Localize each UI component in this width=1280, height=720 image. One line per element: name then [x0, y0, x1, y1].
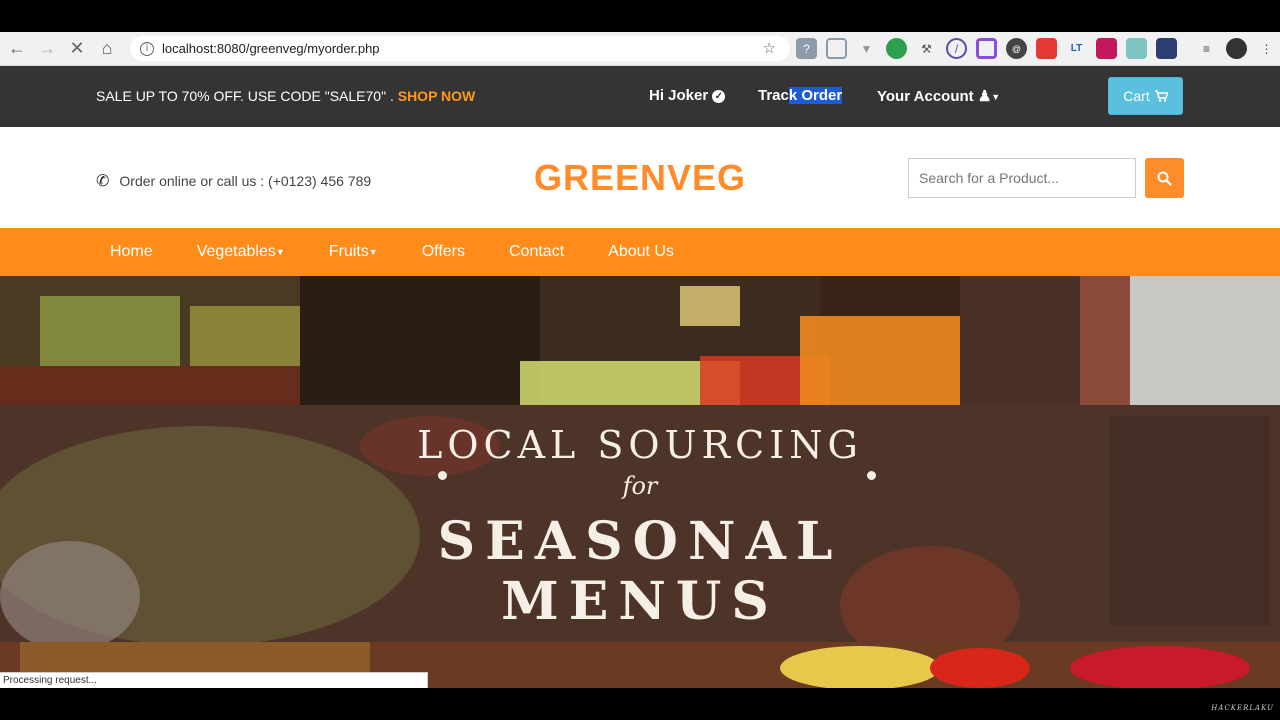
track-order-text-selected: k Order — [788, 87, 843, 104]
square-icon[interactable] — [976, 38, 997, 59]
info-icon[interactable]: i — [140, 41, 154, 56]
circle-icon[interactable]: @ — [1006, 38, 1027, 59]
track-order-link[interactable]: Track Order — [758, 87, 843, 104]
address-bar[interactable]: i localhost:8080/greenveg/myorder.php ☆ — [130, 36, 790, 61]
greeting-text: Hi Joker — [649, 87, 709, 104]
home-icon[interactable]: ⌂ — [92, 34, 122, 64]
nav-vegetables-label: Vegetables — [196, 243, 276, 260]
cart-button[interactable]: Cart — [1108, 77, 1183, 115]
hero-line-3: SEASONAL — [437, 511, 843, 572]
hero-line-2: for — [622, 472, 658, 500]
bottom-letterbox: HACKERLAKU — [0, 688, 1280, 720]
shield-outline-icon[interactable] — [826, 38, 847, 59]
nav-fruits[interactable]: Fruits▼ — [329, 243, 378, 261]
playlist-icon[interactable]: ≡ — [1196, 38, 1217, 59]
nav-fruits-label: Fruits — [328, 243, 369, 260]
lt-icon[interactable]: LT — [1066, 38, 1087, 59]
shield-icon[interactable]: ? — [796, 38, 817, 59]
search-button[interactable] — [1145, 158, 1184, 198]
globe-icon[interactable] — [886, 38, 907, 59]
bookmark-star-icon[interactable]: ☆ — [763, 39, 776, 57]
site-header: ✆ Order online or call us : (+0123) 456 … — [0, 127, 1280, 228]
back-icon[interactable]: ← — [2, 34, 32, 64]
nav-about[interactable]: About Us — [608, 243, 674, 261]
search-input[interactable] — [908, 158, 1136, 198]
stop-icon[interactable]: ✕ — [62, 34, 92, 64]
your-account-link[interactable]: Your Account ♟▼ — [877, 87, 1000, 105]
tool-icon[interactable]: ⚒ — [916, 38, 937, 59]
greeting-link[interactable]: Hi Joker ✓ — [649, 87, 726, 104]
nav-offers[interactable]: Offers — [422, 243, 465, 261]
top-letterbox — [0, 0, 1280, 32]
caret-down-icon: ▼ — [991, 92, 1001, 103]
menu-dots-icon[interactable]: ⋮ — [1256, 38, 1277, 59]
promo-bar: SALE UP TO 70% OFF. USE CODE "SALE70" . … — [0, 66, 1280, 127]
profile-icon[interactable] — [1226, 38, 1247, 59]
check-circle-icon: ✓ — [712, 89, 726, 103]
hero-line-4: MENUS — [501, 571, 779, 632]
forward-icon[interactable]: → — [32, 34, 62, 64]
shop-now-link[interactable]: SHOP NOW — [398, 88, 476, 104]
promo-text: SALE UP TO 70% OFF. USE CODE "SALE70" . … — [96, 88, 475, 104]
shield-check-icon[interactable]: ▼ — [856, 38, 877, 59]
watermark: HACKERLAKU — [1211, 704, 1274, 712]
nav-vegetables[interactable]: Vegetables▼ — [197, 243, 285, 261]
search-icon — [1157, 171, 1172, 186]
grid-icon[interactable] — [1126, 38, 1147, 59]
block-icon[interactable]: / — [946, 38, 967, 59]
user-icon: ♟ — [977, 88, 992, 105]
url-text[interactable]: localhost:8080/greenveg/myorder.php — [162, 41, 380, 56]
browser-toolbar: ← → ✕ ⌂ i localhost:8080/greenveg/myorde… — [0, 32, 1280, 66]
main-nav: Home Vegetables▼ Fruits▼ Offers Contact … — [0, 228, 1280, 276]
cart-label: Cart — [1123, 88, 1150, 104]
nav-contact[interactable]: Contact — [509, 243, 564, 261]
caret-down-icon: ▼ — [275, 246, 285, 257]
store-icon[interactable] — [1036, 38, 1057, 59]
account-text: Your Account — [877, 88, 974, 105]
website: SALE UP TO 70% OFF. USE CODE "SALE70" . … — [0, 66, 1280, 688]
caret-down-icon: ▼ — [368, 246, 378, 257]
track-order-text-a: Trac — [758, 87, 789, 104]
book-icon[interactable] — [1156, 38, 1177, 59]
promo-message: SALE UP TO 70% OFF. USE CODE "SALE70" . — [96, 88, 398, 104]
extensions-bar: ? ▼ ⚒ / @ LT ≡ ⋮ — [796, 38, 1277, 59]
hero-line-1: LOCAL SOURCING — [417, 423, 863, 467]
cart-icon — [1154, 90, 1168, 102]
camera-icon[interactable] — [1096, 38, 1117, 59]
browser-status-bar: Processing request... — [0, 672, 428, 688]
hero-banner: LOCAL SOURCING for SEASONAL MENUS — [0, 276, 1280, 688]
nav-home[interactable]: Home — [110, 243, 153, 261]
